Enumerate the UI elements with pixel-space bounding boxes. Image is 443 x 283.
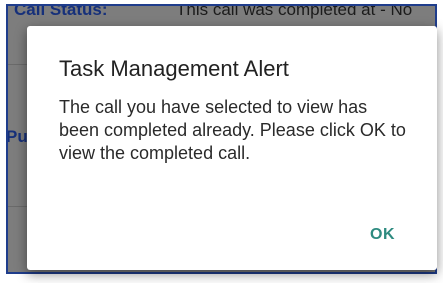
pu-label: Pu: [6, 127, 28, 146]
call-status-label: Call Status:: [14, 4, 108, 19]
call-status-value: This call was completed at - No: [176, 4, 413, 19]
dialog-title: Task Management Alert: [59, 56, 289, 81]
dialog-message: The call you have selected to view has b…: [59, 97, 406, 163]
ok-button[interactable]: OK: [370, 226, 395, 244]
task-management-alert-dialog: Task Management Alert The call you have …: [27, 26, 437, 270]
